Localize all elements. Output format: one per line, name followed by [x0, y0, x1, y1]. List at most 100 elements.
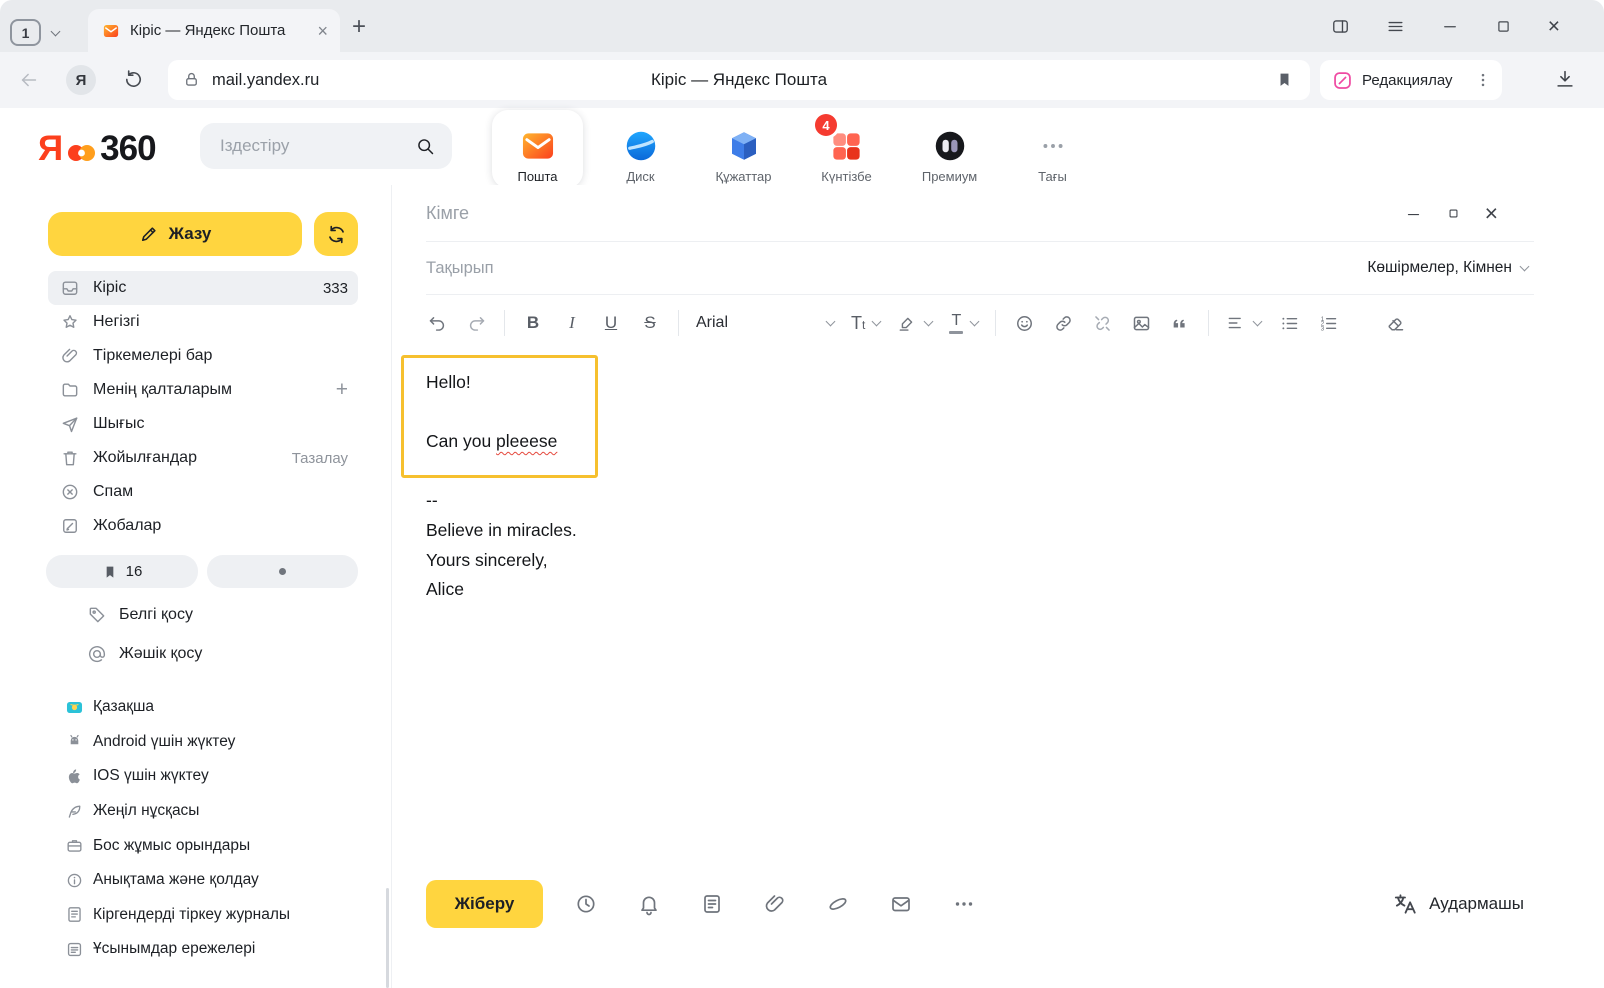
ios-download-link[interactable]: IOS үшін жүктеу — [65, 759, 290, 794]
compose-body-editor[interactable]: Hello! Can you pleeese -- Believe in mir… — [426, 368, 577, 605]
side-panel-icon[interactable] — [1331, 17, 1350, 36]
more-service-icon — [1040, 125, 1066, 167]
service-mail[interactable]: Пошта — [486, 116, 589, 186]
spam-icon — [60, 482, 80, 502]
window-maximize-button[interactable] — [1495, 18, 1512, 35]
to-row: × — [426, 185, 1534, 242]
edit-kebab-icon[interactable] — [1474, 71, 1492, 89]
subject-input[interactable] — [426, 259, 1367, 278]
browser-window: 1 Кіріс — Яндекс Пошта × + × — [0, 0, 1604, 988]
compose-minimize-button[interactable] — [1405, 205, 1422, 222]
service-docs[interactable]: Құжаттар — [692, 116, 795, 186]
strikethrough-button[interactable]: S — [639, 313, 661, 333]
bookmark-icon[interactable] — [1275, 70, 1294, 89]
light-version-link[interactable]: Жеңіл нұсқасы — [65, 794, 290, 829]
window-close-button[interactable]: × — [1548, 16, 1560, 37]
browser-tab[interactable]: Кіріс — Яндекс Пошта × — [88, 9, 340, 52]
svg-text:3: 3 — [1320, 325, 1324, 332]
back-button[interactable] — [18, 69, 40, 91]
sidebar-item-trash[interactable]: Жойылғандар Тазалау — [48, 441, 358, 475]
refresh-button[interactable] — [314, 212, 358, 256]
font-family-dropdown[interactable]: Arial — [696, 314, 834, 332]
recommendation-rules-link[interactable]: Ұсынымдар ережелері — [65, 932, 290, 967]
envelope-icon[interactable] — [889, 892, 913, 916]
clear-formatting-button[interactable] — [1384, 313, 1406, 334]
remove-link-button[interactable] — [1091, 313, 1113, 334]
add-folder-button[interactable]: + — [336, 379, 348, 400]
help-support-link[interactable]: Анықтама және қолдау — [65, 863, 290, 898]
login-journal-link[interactable]: Кіргендерді тіркеу журналы — [65, 898, 290, 933]
label-filter-pill[interactable] — [207, 555, 358, 588]
tab-list-chevron-icon[interactable] — [52, 22, 59, 40]
align-dropdown[interactable] — [1226, 313, 1261, 333]
insert-image-button[interactable] — [1130, 313, 1152, 334]
schedule-send-icon[interactable] — [574, 892, 598, 916]
drafts-icon — [60, 516, 80, 536]
bullet-list-button[interactable] — [1278, 313, 1300, 334]
sidebar-item-with-attachments[interactable]: Тіркемелері бар — [48, 339, 358, 373]
emoji-button[interactable] — [1013, 313, 1035, 334]
edit-button[interactable]: Редакциялау — [1320, 60, 1502, 100]
highlight-color-dropdown[interactable] — [897, 313, 932, 333]
compose-button[interactable]: Жазу — [48, 212, 302, 256]
tab-close-button[interactable]: × — [317, 22, 328, 40]
paperclip-icon — [60, 346, 80, 366]
reload-button[interactable] — [122, 68, 145, 91]
undo-button[interactable] — [426, 313, 448, 334]
underline-button[interactable]: U — [600, 313, 622, 333]
more-options-icon[interactable] — [952, 892, 976, 916]
to-input[interactable] — [426, 203, 1405, 224]
font-size-dropdown[interactable]: Tt — [851, 313, 880, 334]
at-icon — [87, 644, 107, 664]
empty-trash-button[interactable]: Тазалау — [292, 450, 348, 467]
service-calendar[interactable]: 4 Күнтізбе — [795, 116, 898, 186]
add-tag-button[interactable]: Белгі қосу — [87, 595, 202, 634]
insert-link-button[interactable] — [1052, 313, 1074, 334]
sidebar-scrollbar[interactable] — [386, 888, 389, 988]
browser-menu-icon[interactable] — [1386, 17, 1405, 36]
yandex-home-button[interactable]: Я — [66, 65, 96, 95]
redo-button[interactable] — [465, 313, 487, 334]
cc-from-toggle[interactable]: Көшірмелер, Кімнен — [1367, 259, 1534, 277]
compose-restore-button[interactable] — [1446, 206, 1461, 221]
sidebar-item-drafts[interactable]: Жобалар — [48, 509, 358, 543]
sidebar-item-sent[interactable]: Шығыс — [48, 407, 358, 441]
signature-icon[interactable] — [826, 892, 850, 916]
service-disk[interactable]: Диск — [589, 116, 692, 186]
subject-row: Көшірмелер, Кімнен — [426, 242, 1534, 295]
numbered-list-button[interactable]: 123 — [1317, 313, 1339, 334]
new-tab-button[interactable]: + — [352, 13, 366, 41]
folder-list: Кіріс 333 Негізгі Тіркемелері бар — [48, 271, 358, 543]
reminder-bell-icon[interactable] — [637, 892, 661, 916]
send-button[interactable]: Жіберу — [426, 880, 543, 928]
android-download-link[interactable]: Android үшін жүктеу — [65, 725, 290, 760]
kazakh-flag-icon — [65, 698, 84, 717]
header-search[interactable]: Іздестіру — [200, 123, 452, 169]
sidebar-item-my-folders[interactable]: Менің қалталарым + — [48, 373, 358, 407]
add-mailbox-button[interactable]: Жәшік қосу — [87, 634, 202, 673]
sidebar-item-inbox[interactable]: Кіріс 333 — [48, 271, 358, 305]
blockquote-button[interactable] — [1169, 313, 1191, 334]
sidebar-item-primary[interactable]: Негізгі — [48, 305, 358, 339]
text-color-dropdown[interactable]: T — [949, 313, 978, 334]
sidebar-item-spam[interactable]: Спам — [48, 475, 358, 509]
template-icon[interactable] — [700, 892, 724, 916]
vacancies-link[interactable]: Бос жұмыс орындары — [65, 828, 290, 863]
address-bar[interactable]: mail.yandex.ru Кіріс — Яндекс Пошта — [168, 60, 1310, 100]
italic-button[interactable]: I — [561, 313, 583, 333]
attach-file-icon[interactable] — [763, 892, 787, 916]
service-more[interactable]: Тағы — [1001, 116, 1104, 186]
tab-counter-button[interactable]: 1 — [10, 19, 41, 46]
language-link[interactable]: Қазақша — [65, 690, 290, 725]
body-line: Hello! — [426, 368, 577, 398]
bold-button[interactable]: B — [522, 313, 544, 333]
service-premium[interactable]: Премиум — [898, 116, 1001, 186]
journal-icon — [65, 905, 84, 924]
window-minimize-button[interactable] — [1441, 17, 1459, 35]
refresh-icon — [326, 224, 347, 245]
translator-button[interactable]: Аудармашы — [1392, 891, 1524, 917]
yandex360-logo[interactable]: Я 360 — [38, 129, 156, 169]
compose-close-button[interactable]: × — [1485, 202, 1498, 225]
bookmark-filter-pill[interactable]: 16 — [46, 555, 198, 588]
downloads-button[interactable] — [1554, 68, 1576, 90]
